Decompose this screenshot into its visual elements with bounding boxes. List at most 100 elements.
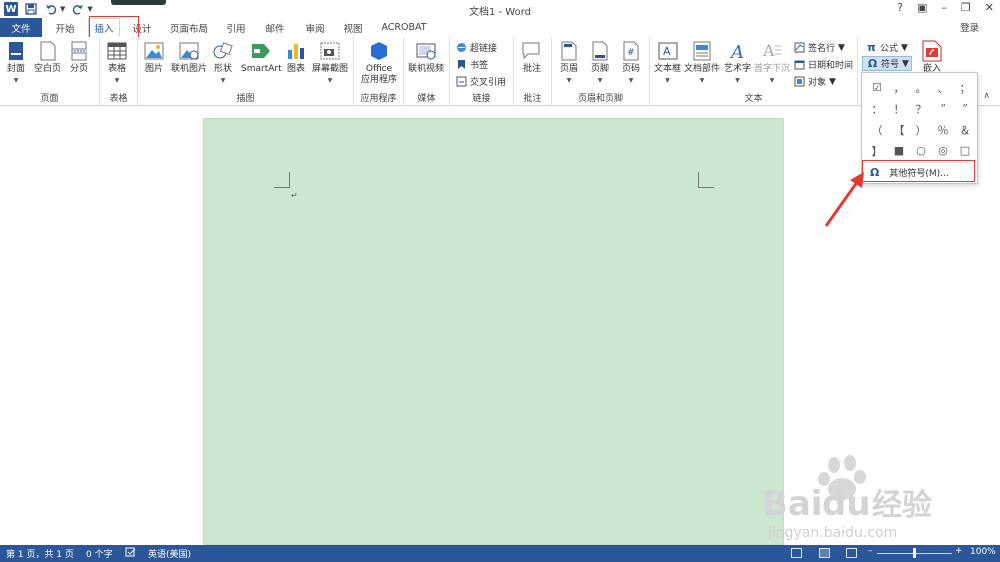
date-time-button[interactable]: 日期和时间: [794, 58, 853, 71]
help-button[interactable]: ?: [897, 1, 903, 14]
office-store-icon: [369, 40, 389, 62]
wordart-icon: A: [728, 40, 748, 62]
comment-icon: [522, 40, 542, 62]
page-count[interactable]: 第 1 页，共 1 页: [6, 547, 74, 560]
smartart-button[interactable]: SmartArt: [241, 40, 282, 75]
minimize-icon[interactable]: –: [941, 1, 947, 14]
cross-reference-button[interactable]: 交叉引用: [456, 75, 506, 88]
symbol-cell[interactable]: ＆: [954, 119, 976, 140]
text-box-button[interactable]: A 文本框 ▼: [654, 40, 681, 86]
symbol-cell[interactable]: ）: [910, 119, 932, 140]
paragraph-mark: ↵: [291, 191, 298, 200]
tab-mailings[interactable]: 邮件: [259, 18, 291, 37]
chart-icon: [286, 40, 306, 62]
symbol-cell[interactable]: ？: [910, 98, 932, 119]
restore-icon[interactable]: ❐: [961, 1, 971, 14]
quick-parts-button[interactable]: 文档部件 ▼: [684, 40, 720, 86]
proofing-icon[interactable]: [125, 547, 136, 557]
symbol-cell[interactable]: ；: [954, 77, 976, 98]
sign-in-link[interactable]: 登录: [960, 20, 979, 34]
signature-line-button[interactable]: 签名行 ▼: [794, 41, 845, 54]
table-button[interactable]: 表格 ▼: [107, 40, 127, 86]
zoom-slider-thumb[interactable]: [913, 548, 916, 558]
tab-acrobat[interactable]: ACROBAT: [376, 18, 432, 37]
tab-insert[interactable]: 插入: [88, 18, 120, 37]
cover-page-button[interactable]: 封面 ▼: [6, 40, 26, 86]
quick-parts-icon: [692, 40, 712, 62]
picture-button[interactable]: 图片: [144, 40, 164, 75]
symbol-cell[interactable]: ◎: [932, 140, 954, 161]
group-label-comments: 批注: [523, 94, 542, 104]
screenshot-button[interactable]: 屏幕截图 ▼: [312, 40, 348, 86]
tab-references[interactable]: 引用: [220, 18, 252, 37]
symbol-cell[interactable]: ％: [932, 119, 954, 140]
hyperlink-button[interactable]: 超链接: [456, 41, 497, 54]
group-label-media: 媒体: [417, 94, 436, 104]
annotation-arrow-icon: [824, 172, 864, 227]
word-count[interactable]: 0 个字: [86, 547, 113, 560]
zoom-in-button[interactable]: +: [955, 546, 963, 556]
online-picture-button[interactable]: 联机图片: [171, 40, 207, 75]
drop-cap-button[interactable]: A 首字下沉 ▼: [754, 40, 790, 86]
equation-button[interactable]: π 公式 ▼: [866, 41, 908, 54]
symbol-cell[interactable]: ☑: [866, 77, 888, 98]
symbol-cell[interactable]: ○: [910, 140, 932, 161]
symbol-dropdown: ☑ ， 。 、 ； ： ！ ？ “ ” （ 【 ） ％ ＆ 】 ■ ○ ◎ □ …: [861, 72, 978, 184]
omega-icon: Ω: [870, 166, 880, 179]
tab-view[interactable]: 视图: [337, 18, 369, 37]
footer-button[interactable]: 页脚 ▼: [590, 40, 610, 86]
bookmark-button[interactable]: 书签: [456, 58, 488, 71]
footer-icon: [590, 40, 610, 62]
print-layout-icon[interactable]: [819, 548, 830, 558]
symbol-cell[interactable]: ，: [888, 77, 910, 98]
embed-button[interactable]: 嵌入: [922, 40, 942, 75]
symbol-cell[interactable]: ：: [866, 98, 888, 119]
window-title: 文档1 - Word: [468, 7, 532, 18]
symbol-cell[interactable]: ！: [888, 98, 910, 119]
read-mode-icon[interactable]: [791, 548, 802, 558]
tab-file[interactable]: 文件: [0, 18, 42, 37]
group-label-tables: 表格: [109, 94, 128, 104]
office-apps-button[interactable]: Office 应用程序: [358, 40, 400, 86]
ribbon-display-icon[interactable]: ▣: [917, 1, 927, 14]
group-comments: 批注 批注: [514, 37, 552, 106]
header-button[interactable]: 页眉 ▼: [559, 40, 579, 86]
symbol-cell[interactable]: （: [866, 119, 888, 140]
tab-design[interactable]: 设计: [124, 18, 160, 37]
symbol-button[interactable]: Ω 符号 ▼: [862, 56, 912, 71]
symbol-cell[interactable]: 、: [932, 77, 954, 98]
chart-button[interactable]: 图表: [286, 40, 306, 75]
symbol-cell[interactable]: □: [954, 140, 976, 161]
tab-page-layout[interactable]: 页面布局: [166, 18, 212, 37]
svg-text:A: A: [663, 45, 671, 58]
symbol-cell[interactable]: ”: [954, 98, 976, 119]
web-layout-icon[interactable]: [846, 548, 857, 558]
symbol-cell[interactable]: “: [932, 98, 954, 119]
symbol-cell[interactable]: 】: [866, 140, 888, 161]
page-number-button[interactable]: # 页码 ▼: [621, 40, 641, 86]
margin-marker-left: [274, 172, 290, 188]
comment-button[interactable]: 批注: [522, 40, 542, 75]
page-break-button[interactable]: 分页: [69, 40, 89, 75]
blank-page-button[interactable]: 空白页: [34, 40, 61, 75]
document-page[interactable]: ↵: [203, 118, 784, 545]
tab-home[interactable]: 开始: [47, 18, 83, 37]
tab-review[interactable]: 审阅: [299, 18, 331, 37]
language-status[interactable]: 英语(美国): [148, 547, 191, 560]
signature-line-icon: [794, 42, 805, 53]
symbol-cell[interactable]: 【: [888, 119, 910, 140]
zoom-out-button[interactable]: –: [868, 546, 873, 556]
symbol-cell[interactable]: ■: [888, 140, 910, 161]
collapse-ribbon-icon[interactable]: ∧: [983, 91, 990, 101]
close-icon[interactable]: ✕: [985, 1, 994, 14]
shapes-button[interactable]: 形状 ▼: [213, 40, 233, 86]
bookmark-icon: [456, 59, 467, 70]
symbol-cell[interactable]: 。: [910, 77, 932, 98]
zoom-level[interactable]: 100%: [970, 547, 996, 557]
smartart-icon: [251, 40, 271, 62]
online-video-button[interactable]: 联机视频: [408, 40, 444, 75]
object-button[interactable]: 对象 ▼: [794, 75, 836, 88]
online-picture-icon: [179, 40, 199, 62]
more-symbols-item[interactable]: Ω 其他符号(M)...: [862, 162, 977, 182]
wordart-button[interactable]: A 艺术字 ▼: [724, 40, 751, 86]
